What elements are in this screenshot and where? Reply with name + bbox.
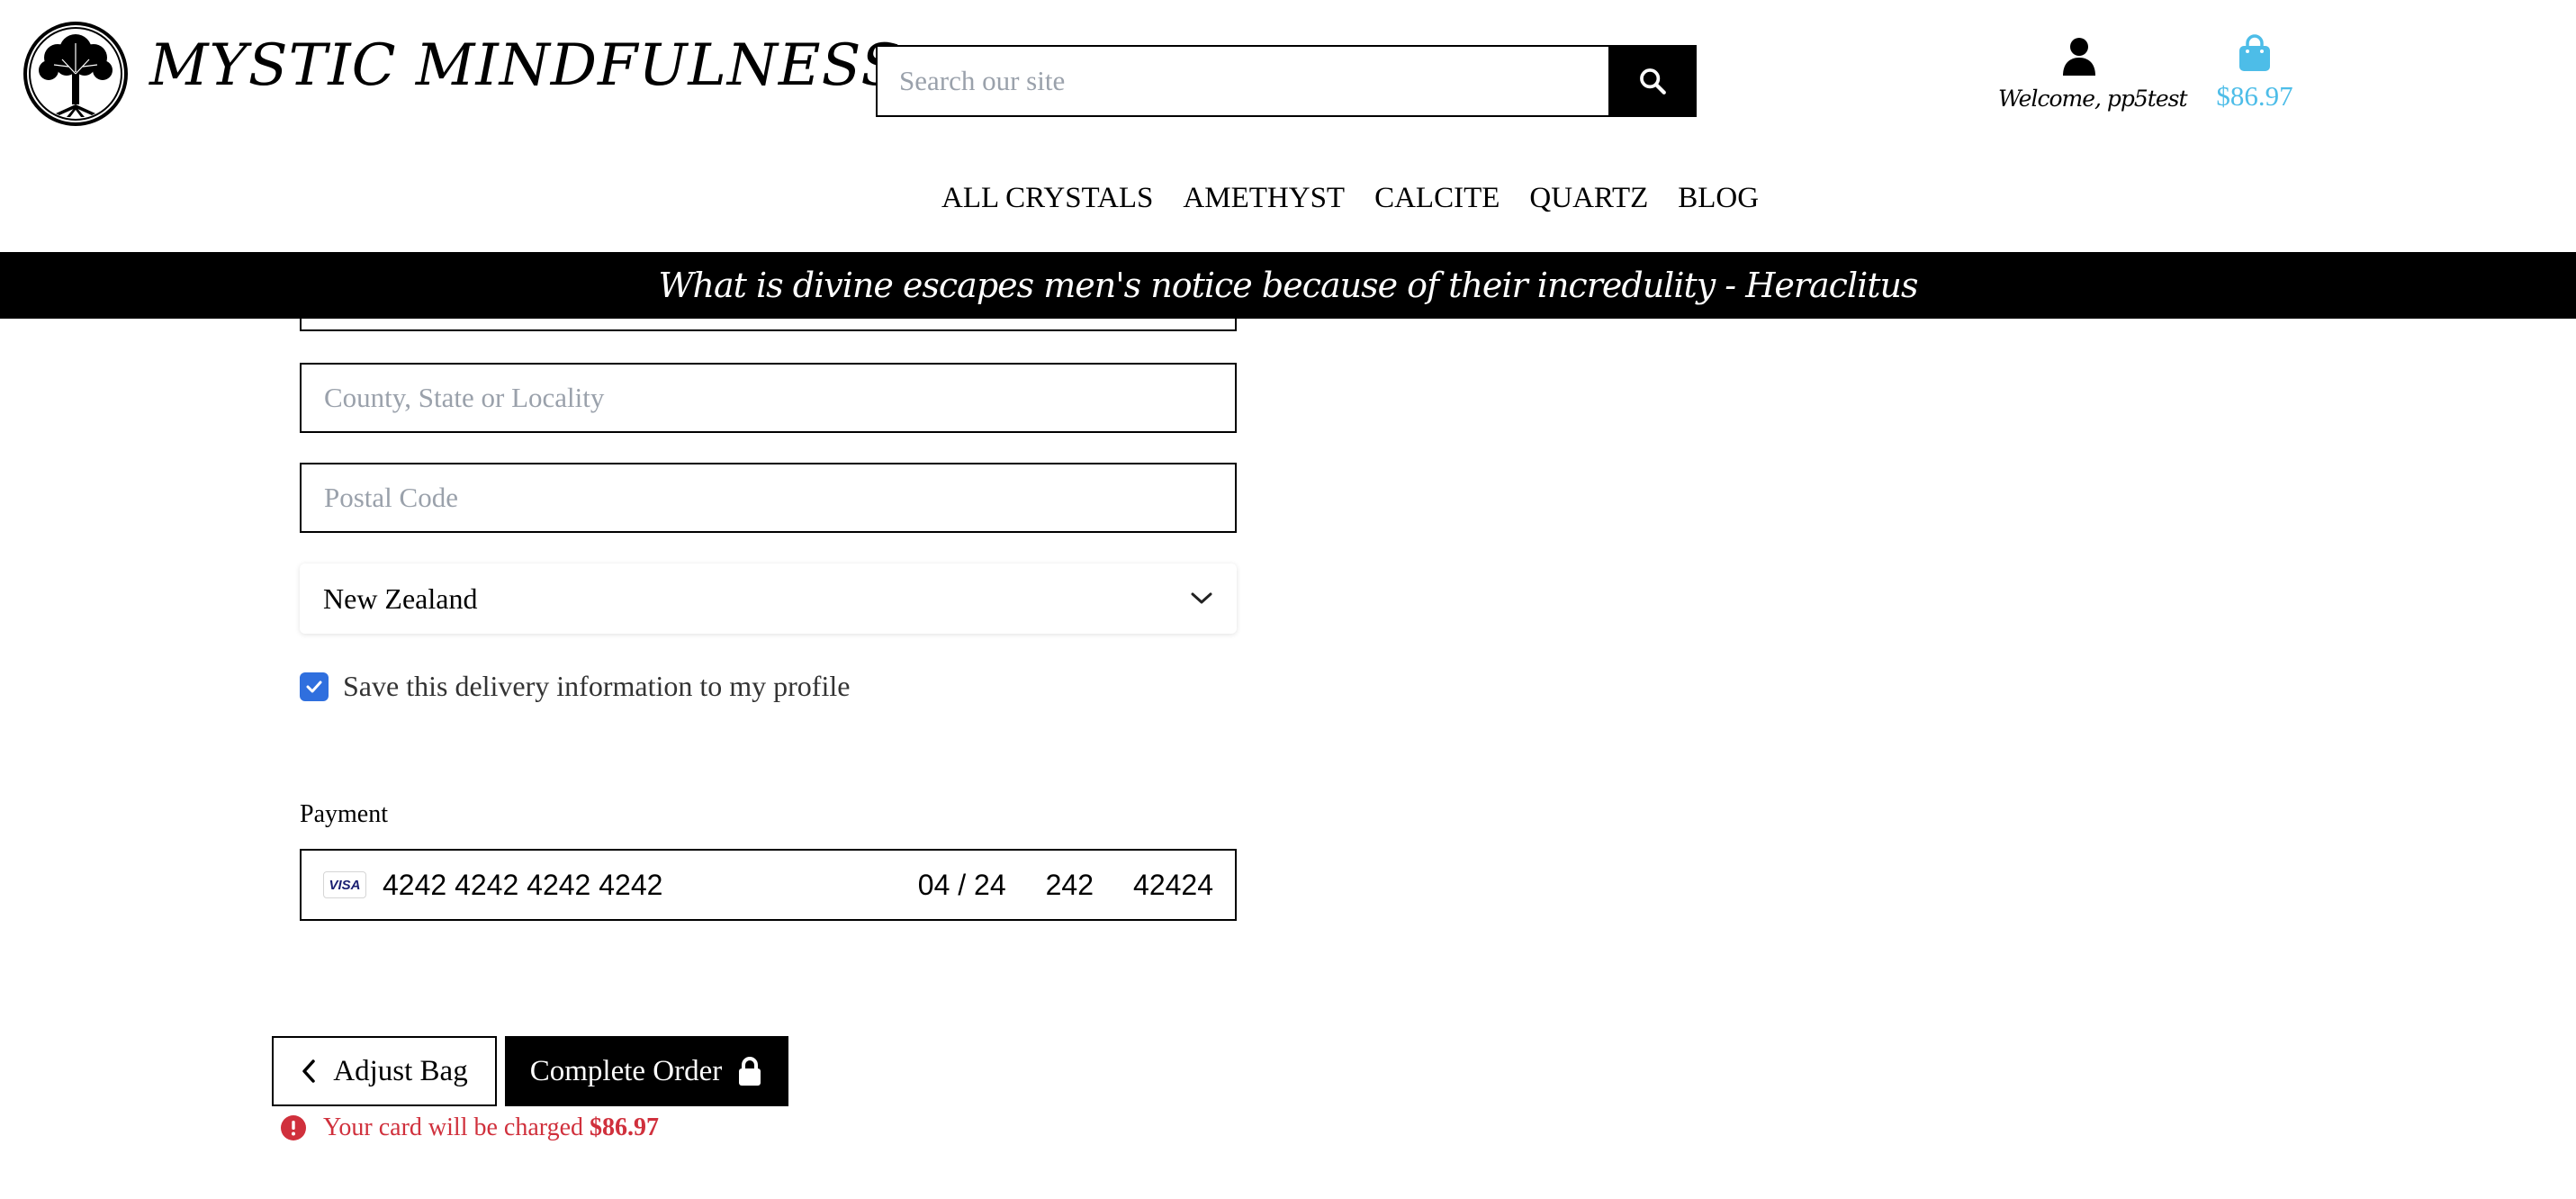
adjust-bag-label: Adjust Bag <box>333 1054 468 1087</box>
charge-text: Your card will be charged <box>323 1113 584 1141</box>
nav-item-blog[interactable]: BLOG <box>1678 182 1759 215</box>
card-cvc[interactable]: 242 <box>1046 869 1094 902</box>
charge-amount: $86.97 <box>590 1113 660 1141</box>
country-value: New Zealand <box>323 581 478 615</box>
shopping-bag-link[interactable]: $86.97 <box>2196 34 2313 113</box>
save-info-label[interactable]: Save this delivery information to my pro… <box>343 670 850 703</box>
alert-icon <box>281 1115 306 1140</box>
quote-text: What is divine escapes men's notice beca… <box>658 266 1918 305</box>
previous-field-edge[interactable] <box>300 319 1237 331</box>
card-expiry[interactable]: 04 / 24 <box>918 869 1006 902</box>
account-link[interactable]: Welcome, pp5test <box>1998 36 2188 112</box>
complete-order-button[interactable]: Complete Order <box>505 1036 788 1106</box>
brand-name[interactable]: MYSTIC MINDFULNESS <box>149 32 901 99</box>
country-select[interactable]: New Zealand <box>300 563 1237 634</box>
main-nav: ALL CRYSTALS AMETHYST CALCITE QUARTZ BLO… <box>941 182 1759 215</box>
card-input[interactable]: VISA 4242 4242 4242 4242 04 / 24 242 424… <box>300 849 1237 921</box>
chevron-down-icon <box>1191 592 1212 604</box>
complete-order-label: Complete Order <box>529 1054 723 1087</box>
charge-notice: Your card will be charged $86.97 <box>280 1113 659 1142</box>
search-button[interactable] <box>1608 45 1697 117</box>
welcome-text: Welcome, pp5test <box>1998 86 2188 112</box>
lock-icon <box>739 1057 761 1086</box>
user-icon <box>2063 38 2095 76</box>
tree-logo-icon <box>23 22 128 126</box>
nav-item-all-crystals[interactable]: ALL CRYSTALS <box>941 182 1153 215</box>
visa-icon: VISA <box>323 871 366 898</box>
search-icon <box>1640 68 1666 95</box>
card-number[interactable]: 4242 4242 4242 4242 <box>383 869 918 902</box>
shopping-bag-icon <box>2239 34 2270 71</box>
payment-heading: Payment <box>300 800 388 828</box>
card-postal[interactable]: 42424 <box>1133 869 1213 902</box>
search-bar <box>876 45 1697 117</box>
quote-banner: What is divine escapes men's notice beca… <box>0 252 2576 319</box>
adjust-bag-button[interactable]: Adjust Bag <box>272 1036 497 1106</box>
save-info-row: Save this delivery information to my pro… <box>300 670 850 703</box>
save-info-checkbox[interactable] <box>300 672 329 701</box>
county-input[interactable] <box>300 363 1237 433</box>
postal-code-input[interactable] <box>300 463 1237 533</box>
nav-item-calcite[interactable]: CALCITE <box>1374 182 1500 215</box>
chevron-left-icon <box>302 1059 316 1083</box>
nav-item-quartz[interactable]: QUARTZ <box>1529 182 1648 215</box>
bag-total: $86.97 <box>2216 80 2293 112</box>
search-input[interactable] <box>876 45 1608 117</box>
checkmark-icon <box>306 681 322 692</box>
nav-item-amethyst[interactable]: AMETHYST <box>1183 182 1345 215</box>
